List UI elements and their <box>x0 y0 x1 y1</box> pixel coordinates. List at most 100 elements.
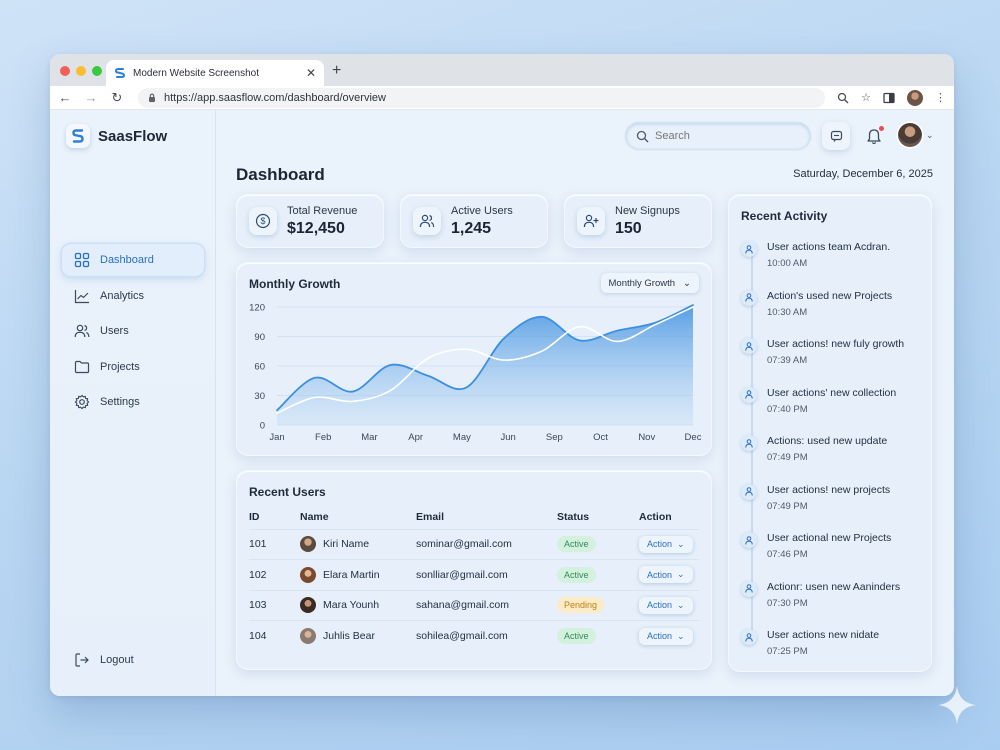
activity-text: Actions: used new update <box>767 435 888 447</box>
user-plus-icon <box>577 207 605 235</box>
activity-time: 10:00 AM <box>767 258 808 269</box>
action-button[interactable]: Action ⌄ <box>639 535 693 553</box>
address-bar: ← → ↻ https://app.saasflow.com/dashboard… <box>50 86 954 110</box>
y-tick-label: 120 <box>249 303 265 314</box>
avatar <box>300 597 316 614</box>
star-icon[interactable]: ☆ <box>861 91 871 104</box>
messages-button[interactable] <box>822 122 850 150</box>
close-window-button[interactable] <box>60 66 70 76</box>
reload-icon[interactable]: ↻ <box>110 91 124 104</box>
logout-button[interactable]: Logout <box>74 652 134 668</box>
recent-activity-title: Recent Activity <box>741 209 828 223</box>
x-tick-label: Apr <box>408 432 423 443</box>
grid-icon <box>74 252 90 268</box>
action-button[interactable]: Action ⌄ <box>639 596 693 614</box>
status-badge: Active <box>557 566 596 583</box>
y-tick-label: 60 <box>254 362 265 373</box>
action-button[interactable]: Action ⌄ <box>639 566 693 584</box>
x-tick-label: Nov <box>638 432 655 443</box>
table-row: 102 Elara Martin sonlliar@gmail.com Acti… <box>249 559 699 590</box>
list-item[interactable]: User actional new Projects 07:46 PM <box>741 532 921 581</box>
activity-text: Actionr: usen new Aaninders <box>767 580 901 593</box>
zoom-icon[interactable] <box>837 92 849 104</box>
url-text: https://app.saasflow.com/dashboard/overv… <box>164 91 386 104</box>
list-item[interactable]: User actions! new projects 07:49 PM <box>741 483 921 533</box>
search-bar[interactable] <box>626 123 810 149</box>
list-item[interactable]: User actions! new fuly growth 07:39 AM <box>741 338 921 387</box>
maximize-window-button[interactable] <box>92 66 102 76</box>
new-tab-button[interactable]: + <box>332 62 341 80</box>
sidebar-item-users[interactable]: Users <box>62 315 204 347</box>
action-button[interactable]: Action ⌄ <box>639 627 693 645</box>
avatar <box>300 536 316 553</box>
cell-name: Elara Martin <box>323 568 380 581</box>
table-row: 101 Kiri Name sominar@gmail.com Active A… <box>249 528 699 560</box>
minimize-window-button[interactable] <box>76 66 86 76</box>
page-title: Dashboard <box>236 165 325 184</box>
user-icon <box>741 338 757 354</box>
status-badge: Active <box>557 536 596 553</box>
browser-tabbar: Modern Website Screenshot ✕ + <box>50 54 954 86</box>
x-tick-label: Feb <box>315 432 331 443</box>
sidebar-item-projects[interactable]: Projects <box>62 351 204 383</box>
search-input[interactable] <box>655 130 795 142</box>
cell-email: sonlliar@gmail.com <box>416 559 557 590</box>
sidebar-item-label: Dashboard <box>100 254 154 266</box>
activity-text: User actions! new projects <box>767 483 891 496</box>
cell-email: sohilea@gmail.com <box>416 620 557 651</box>
brand[interactable]: SaasFlow <box>66 124 167 148</box>
list-item[interactable]: User actions team Acdran. 10:00 AM <box>741 241 921 290</box>
y-tick-label: 0 <box>260 421 265 432</box>
list-item[interactable]: Actionr: usen new Aaninders 07:30 PM <box>741 580 921 630</box>
avatar <box>300 628 316 644</box>
activity-time: 07:49 PM <box>767 500 808 512</box>
chart-line-icon <box>74 289 89 303</box>
col-name: Name <box>300 510 329 523</box>
list-item[interactable]: User actions' new collection 07:40 PM <box>741 386 921 436</box>
chevron-down-icon[interactable]: ⌄ <box>926 130 934 141</box>
user-icon <box>741 386 757 403</box>
more-vert-icon[interactable]: ⋮ <box>935 91 946 104</box>
sidebar-item-settings[interactable]: Settings <box>62 386 204 418</box>
stat-value: 1,245 <box>451 219 492 237</box>
activity-text: User actional new Projects <box>767 532 892 544</box>
x-tick-label: Jun <box>500 432 515 443</box>
sidebar-item-label: Settings <box>100 396 140 408</box>
user-icon <box>741 241 757 257</box>
logout-icon <box>75 653 89 667</box>
sidepanel-icon[interactable] <box>883 92 895 104</box>
list-item[interactable]: Actions: used new update 07:49 PM <box>741 435 921 484</box>
chevron-down-icon: ⌄ <box>677 538 685 549</box>
svg-text:$: $ <box>260 216 265 226</box>
app: SaasFlow Dashboard Analytics Users Proje… <box>50 110 954 696</box>
user-avatar[interactable] <box>898 123 922 147</box>
user-icon <box>741 289 757 306</box>
profile-avatar[interactable] <box>907 89 923 106</box>
search-icon <box>636 130 649 142</box>
x-tick-label: May <box>453 432 471 443</box>
x-tick-label: Mar <box>361 432 377 443</box>
user-icon <box>741 580 757 597</box>
growth-chart: 0 30 60 90 120 Jan Feb Mar Apr May Jun Sep Oct Nov Dec <box>249 303 702 444</box>
url-field[interactable]: https://app.saasflow.com/dashboard/overv… <box>138 87 826 108</box>
stat-value: $12,450 <box>287 219 345 237</box>
browser-tab[interactable]: Modern Website Screenshot ✕ <box>106 60 324 86</box>
cell-email: sominar@gmail.com <box>416 528 557 560</box>
activity-time: 07:49 PM <box>767 452 808 463</box>
sparkle-icon <box>938 686 976 724</box>
stat-label: Total Revenue <box>287 204 358 217</box>
forward-arrow-icon[interactable]: → <box>84 91 98 104</box>
list-item[interactable]: Action's used new Projects 10:30 AM <box>741 289 921 339</box>
sidebar-item-dashboard[interactable]: Dashboard <box>62 244 204 276</box>
stat-value: 150 <box>615 219 642 237</box>
list-item[interactable]: User actions new nidate 07:25 PM <box>741 629 921 678</box>
recent-users-title: Recent Users <box>249 485 326 499</box>
sidebar-item-analytics[interactable]: Analytics <box>62 280 204 312</box>
close-tab-icon[interactable]: ✕ <box>306 66 316 80</box>
cell-id: 101 <box>249 528 300 560</box>
back-arrow-icon[interactable]: ← <box>58 91 72 104</box>
table-row: 103 Mara Younh sahana@gmail.com Pending … <box>249 589 699 621</box>
saasflow-logo-icon <box>114 68 126 78</box>
action-label: Action <box>647 600 673 611</box>
main-content: ⌄ Dashboard Saturday, December 6, 2025 $… <box>216 110 954 696</box>
